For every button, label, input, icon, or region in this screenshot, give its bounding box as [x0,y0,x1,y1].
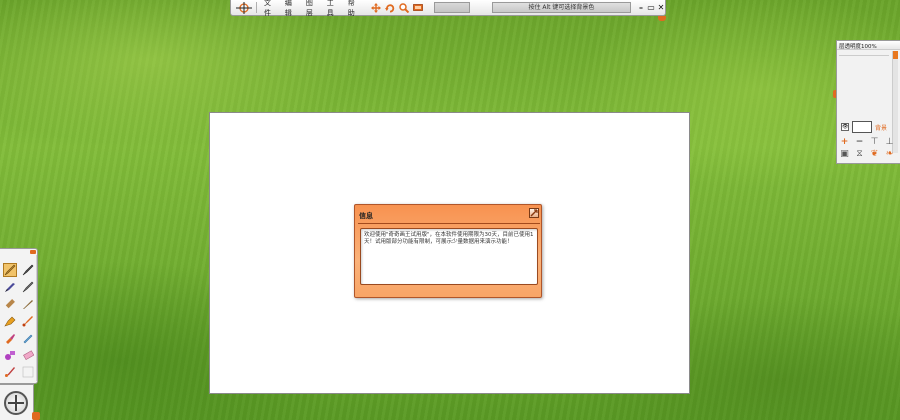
layer-row[interactable]: 👁 背景 [841,121,887,133]
lock-layer-icon[interactable]: ⊥ [884,137,895,147]
layer-name: 背景 [875,124,888,132]
pencil-tool-icon[interactable] [3,263,17,277]
layer-thumbnail[interactable] [852,121,872,133]
dialog-title: 信息 [359,212,373,220]
status-hint: 按住 Alt 键可选择背景色 [491,2,631,13]
compass-logo-icon[interactable] [234,1,253,15]
zoom-icon[interactable] [399,2,410,13]
layer-opacity-label: 层透明度100% [837,41,900,50]
scrollbar-thumb[interactable] [893,51,898,59]
main-menu: 文件 编辑 图层 工具 帮助 [260,0,365,18]
window-controls: – ▭ ✕ [637,3,665,12]
add-layer-icon[interactable]: + [839,137,850,147]
layer-settings-icon[interactable]: ▣ [839,149,850,159]
topbar-accent-tab[interactable] [658,16,666,21]
restore-icon[interactable]: ▭ [647,3,655,12]
top-menu-bar: 文件 编辑 图层 工具 帮助 按住 Alt 键可选择背景色 – ▭ ✕ [230,0,666,18]
navigation-wheel-icon[interactable] [4,391,28,415]
toolbox-accent-tab[interactable] [30,250,36,254]
menu-edit[interactable]: 编辑 [281,0,302,18]
close-icon[interactable]: ✕ [657,3,665,12]
fill-icon[interactable]: ❧ [884,149,895,159]
move-icon[interactable] [371,2,382,13]
blank-tool-icon[interactable] [21,365,35,379]
dialog-divider [358,223,540,224]
color-swatch-field[interactable] [433,2,470,13]
rotate-icon[interactable] [385,2,396,13]
crayon-tool-icon[interactable] [3,297,17,311]
brush-tool-icon[interactable] [3,280,17,294]
quill-tool-icon[interactable] [21,297,35,311]
tool-grid [3,263,35,379]
layer-tools: + − ⊤ ⊥ ▣ ⧖ ❦ ❧ [839,137,897,159]
navigator-panel [0,384,34,420]
smudge-tool-icon[interactable] [3,365,17,379]
paint-brush-tool-icon[interactable] [21,314,35,328]
brush-toolbox [0,248,38,384]
toolbar-separator [256,2,257,13]
flip-icon[interactable]: ⧖ [854,149,865,159]
menu-file[interactable]: 文件 [260,0,281,18]
minimize-icon[interactable]: – [637,3,645,12]
toolbar-icon-group [371,2,424,13]
spray-tool-icon[interactable] [3,314,17,328]
dialog-close-button[interactable] [529,208,539,218]
water-tool-icon[interactable] [21,331,35,345]
delete-layer-icon[interactable]: − [854,137,865,147]
marker-tool-icon[interactable] [21,280,35,294]
close-icon [530,209,538,217]
eraser-tool-icon[interactable] [21,348,35,362]
dialog-message: 欢迎使用"奇奇画王试用版"，在本软件使用期限为30天，目前已使用1天！试用版部分… [360,228,538,285]
pen-tool-icon[interactable] [21,263,35,277]
menu-help[interactable]: 帮助 [344,0,365,18]
dropper-tool-icon[interactable] [3,331,17,345]
stamp-tool-icon[interactable] [3,348,17,362]
navigator-accent-tab[interactable] [32,412,40,420]
toolbox-divider [36,255,37,381]
paint-icon[interactable]: ❦ [869,149,880,159]
menu-tools[interactable]: 工具 [323,0,344,18]
merge-layer-icon[interactable]: ⊤ [869,137,880,147]
info-dialog: 信息 欢迎使用"奇奇画王试用版"，在本软件使用期限为30天，目前已使用1天！试用… [354,204,542,298]
layers-panel: 层透明度100% 👁 背景 + − ⊤ ⊥ ▣ ⧖ ❦ ❧ [836,40,900,164]
menu-layer[interactable]: 图层 [302,0,323,18]
visibility-toggle-icon[interactable]: 👁 [841,123,849,131]
screen-icon[interactable] [413,2,424,13]
